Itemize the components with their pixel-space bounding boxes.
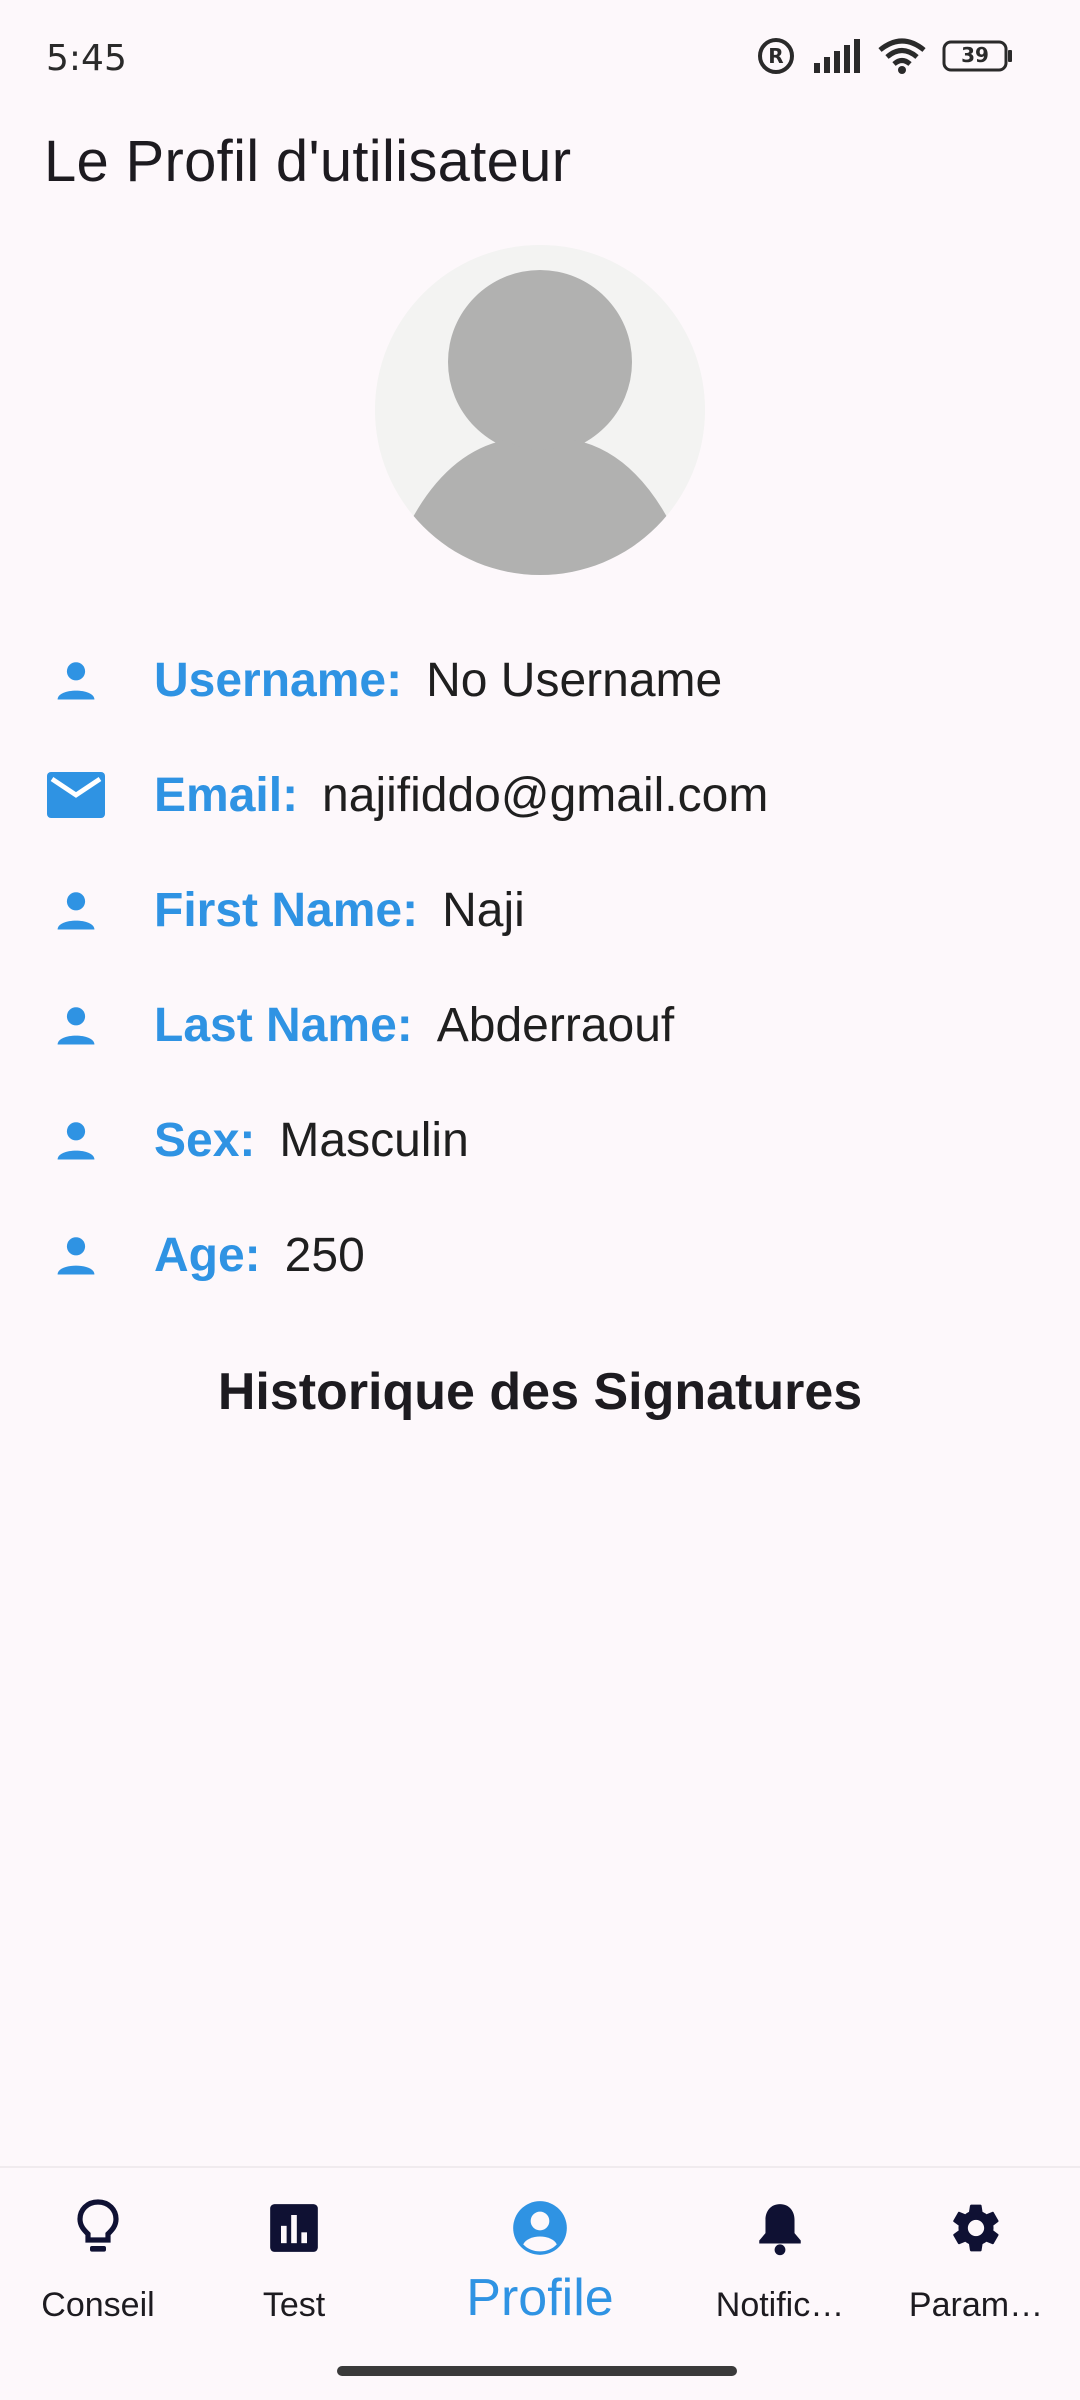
- person-icon: [44, 993, 108, 1057]
- sex-label: Sex:: [154, 1113, 256, 1167]
- info-row-age: Age: 250: [0, 1205, 1080, 1305]
- first-name-value: Naji: [442, 883, 525, 937]
- signal-icon: [812, 39, 862, 73]
- person-icon: [44, 1108, 108, 1172]
- email-label: Email:: [154, 768, 299, 822]
- last-name-value: Abderraouf: [436, 998, 675, 1052]
- bar-chart-icon: [262, 2196, 326, 2260]
- username-value: No Username: [426, 653, 723, 707]
- nav-label-test: Test: [262, 2286, 326, 2324]
- info-row-email: Email: najifiddo@gmail.com: [0, 745, 1080, 845]
- nav-item-parametres[interactable]: Param…: [896, 2168, 1056, 2356]
- history-title: Historique des Signatures: [217, 1363, 863, 1421]
- lightbulb-icon: [66, 2196, 130, 2260]
- age-label: Age:: [154, 1228, 261, 1282]
- nav-label-notifications: Notific…: [715, 2286, 845, 2324]
- battery-level: 39: [961, 43, 989, 67]
- bell-icon: [748, 2196, 812, 2260]
- registered-icon: R: [756, 36, 796, 76]
- nav-label-conseil: Conseil: [41, 2286, 155, 2324]
- bottom-nav: Conseil Test Profile Notific… Param…: [0, 2166, 1080, 2356]
- status-time: 5:45: [46, 38, 127, 79]
- username-label: Username:: [154, 653, 403, 707]
- gear-icon: [944, 2196, 1008, 2260]
- info-row-last-name: Last Name: Abderraouf: [0, 975, 1080, 1075]
- email-icon: [44, 763, 108, 827]
- info-row-sex: Sex: Masculin: [0, 1090, 1080, 1190]
- last-name-label: Last Name:: [154, 998, 413, 1052]
- person-icon: [44, 1223, 108, 1287]
- account-circle-icon: [508, 2196, 572, 2260]
- nav-label-profile: Profile: [466, 2269, 614, 2327]
- info-row-first-name: First Name: Naji: [0, 860, 1080, 960]
- home-indicator[interactable]: [337, 2366, 737, 2376]
- age-value: 250: [284, 1228, 365, 1282]
- status-bar: 5:45 R 39: [0, 0, 1080, 110]
- nav-label-parametres: Param…: [908, 2286, 1044, 2324]
- avatar[interactable]: [375, 245, 705, 575]
- page-title: Le Profil d'utilisateur: [44, 129, 572, 194]
- nav-item-conseil[interactable]: Conseil: [18, 2168, 178, 2356]
- nav-item-test[interactable]: Test: [214, 2168, 374, 2356]
- nav-item-notifications[interactable]: Notific…: [700, 2168, 860, 2356]
- info-row-username: Username: No Username: [0, 630, 1080, 730]
- email-value: najifiddo@gmail.com: [322, 768, 769, 822]
- person-placeholder-avatar: [375, 245, 705, 575]
- battery-icon: 39: [942, 40, 1014, 72]
- person-icon: [44, 648, 108, 712]
- nav-item-profile[interactable]: Profile: [440, 2168, 640, 2356]
- wifi-icon: [878, 38, 926, 74]
- sex-value: Masculin: [279, 1113, 469, 1167]
- first-name-label: First Name:: [154, 883, 419, 937]
- svg-text:R: R: [768, 44, 783, 68]
- status-icons: R 39: [756, 34, 1014, 78]
- person-icon: [44, 878, 108, 942]
